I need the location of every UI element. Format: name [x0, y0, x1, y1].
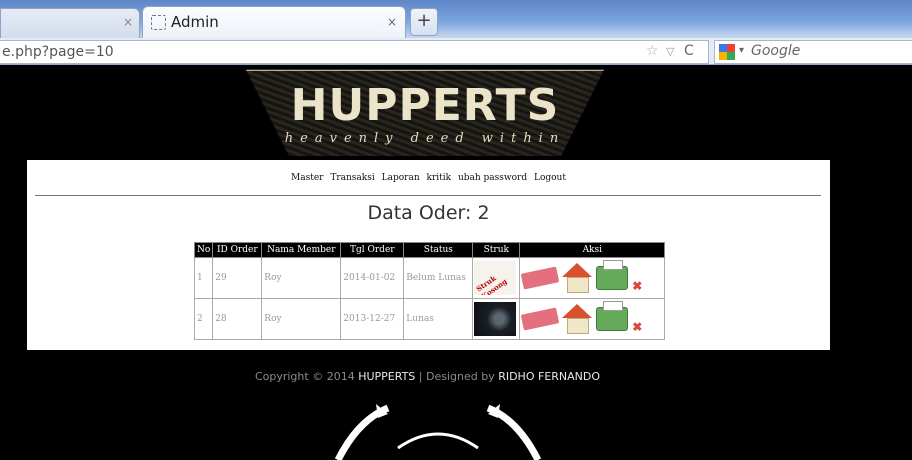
delete-icon[interactable]: ✖	[632, 320, 642, 334]
payment-icon[interactable]	[521, 307, 560, 331]
designed-by-text: | Designed by	[415, 370, 499, 383]
header-status: Status	[403, 242, 474, 258]
tab-admin[interactable]: Admin ×	[142, 6, 406, 39]
cell-status: Lunas	[403, 298, 474, 340]
site-banner: HUPPERTS heavenly deed within	[246, 69, 604, 156]
cell-id-order: 29	[212, 257, 263, 299]
cell-no: 2	[193, 298, 214, 340]
receipt-stamp: Struk Kosong	[474, 273, 509, 295]
menu-master[interactable]: Master	[291, 173, 323, 183]
menu-ubah-password[interactable]: ubah password	[458, 173, 527, 183]
google-icon[interactable]	[719, 44, 735, 60]
cell-struk	[472, 298, 521, 340]
address-bar[interactable]: e.php?page=10 ☆ ▽ C	[0, 40, 709, 64]
receipt-thumbnail[interactable]: Struk Kosong	[474, 261, 517, 295]
menu-kritik[interactable]: kritik	[427, 173, 452, 183]
table-row: 2 28 Roy 2013-12-27 Lunas ✖	[193, 298, 666, 340]
receipt-thumbnail[interactable]	[474, 302, 517, 336]
menu-laporan[interactable]: Laporan	[382, 173, 420, 183]
cell-date: 2013-12-27	[340, 298, 405, 340]
new-tab-button[interactable]: +	[410, 8, 438, 36]
url-text: e.php?page=10	[2, 44, 114, 60]
cell-date: 2014-01-02	[340, 257, 405, 299]
payment-icon[interactable]	[521, 266, 560, 290]
footer-ornament	[334, 404, 542, 460]
divider	[35, 195, 821, 196]
content-panel: Master Transaksi Laporan kritik ubah pas…	[27, 160, 830, 350]
home-icon[interactable]	[562, 304, 593, 334]
menu-transaksi[interactable]: Transaksi	[330, 173, 374, 183]
print-icon[interactable]	[596, 301, 629, 331]
header-tgl-order: Tgl Order	[340, 242, 405, 258]
footer: Copyright © 2014 HUPPERTS | Designed by …	[0, 370, 855, 383]
cell-status: Belum Lunas	[403, 257, 474, 299]
cell-member: Roy	[261, 257, 342, 299]
search-input[interactable]: ▾ Google	[714, 40, 912, 64]
header-id-order: ID Order	[212, 242, 263, 258]
site-logo: HUPPERTS	[290, 80, 560, 131]
print-icon[interactable]	[596, 260, 629, 290]
cell-aksi: ✖	[519, 298, 666, 340]
header-struk: Struk	[472, 242, 521, 258]
search-placeholder: Google	[751, 43, 801, 59]
site-tagline: heavenly deed within	[284, 131, 566, 146]
main-menu: Master Transaksi Laporan kritik ubah pas…	[27, 173, 830, 183]
cell-member: Roy	[261, 298, 342, 340]
tab-close-icon[interactable]: ×	[387, 15, 397, 29]
search-engine-dropdown-icon[interactable]: ▾	[739, 45, 744, 56]
order-table: No ID Order Nama Member Tgl Order Status…	[193, 242, 666, 340]
tab-title: Admin	[171, 13, 219, 31]
delete-icon[interactable]: ✖	[632, 279, 642, 293]
page-icon	[151, 15, 166, 30]
menu-logout[interactable]: Logout	[534, 173, 566, 183]
table-row: 1 29 Roy 2014-01-02 Belum Lunas Struk Ko…	[193, 257, 666, 299]
cell-no: 1	[193, 257, 214, 299]
copyright-text: Copyright © 2014	[254, 370, 359, 383]
tab-close-icon[interactable]: ×	[123, 15, 133, 29]
cell-id-order: 28	[212, 298, 263, 340]
tab-bar: × Admin × +	[0, 0, 912, 39]
cell-struk: Struk Kosong	[472, 257, 521, 299]
cell-aksi: ✖	[519, 257, 666, 299]
header-aksi: Aksi	[519, 242, 666, 258]
page-title: Data Oder: 2	[367, 202, 490, 224]
tab-previous[interactable]: ×	[0, 8, 140, 39]
table-header-row: No ID Order Nama Member Tgl Order Status…	[193, 242, 666, 258]
navigation-bar: e.php?page=10 ☆ ▽ C ▾ Google	[0, 38, 912, 65]
home-icon[interactable]	[562, 263, 593, 293]
header-nama-member: Nama Member	[261, 242, 342, 258]
header-no: No	[193, 242, 214, 258]
footer-brand: HUPPERTS	[358, 370, 416, 383]
reload-icon[interactable]: C	[684, 43, 694, 59]
bookmark-star-icon[interactable]: ☆	[646, 43, 659, 59]
footer-designer: RIDHO FERNANDO	[498, 370, 601, 383]
history-dropdown-icon[interactable]: ▽	[666, 45, 674, 58]
